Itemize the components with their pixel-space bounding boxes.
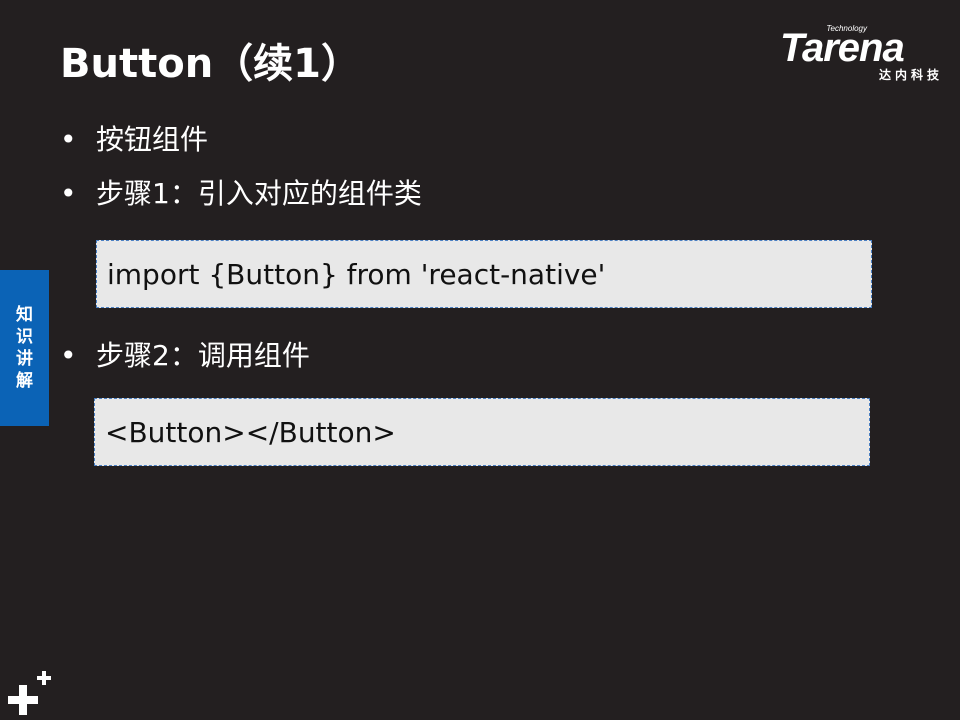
code-text: <Button></Button> bbox=[105, 415, 396, 449]
bullet-marker: • bbox=[60, 123, 77, 156]
bullet-item: • 步骤1：引入对应的组件类 bbox=[60, 176, 422, 212]
bullet-text: 步骤2：调用组件 bbox=[96, 339, 310, 372]
side-section-tab: 知识讲解 bbox=[0, 270, 49, 426]
slide: Button（续1） Technology Tarena 达内科技 知识讲解 •… bbox=[0, 0, 960, 720]
logo-chinese: 达内科技 bbox=[878, 68, 943, 82]
bullet-item: • 步骤2：调用组件 bbox=[60, 338, 310, 374]
bullet-marker: • bbox=[60, 177, 77, 210]
logo-wordmark: Tarena bbox=[780, 26, 905, 70]
bullet-marker: • bbox=[60, 339, 77, 372]
tarena-logo: Technology Tarena 达内科技 bbox=[780, 22, 945, 84]
slide-title: Button（续1） bbox=[60, 41, 361, 87]
bullet-text: 步骤1：引入对应的组件类 bbox=[96, 177, 422, 210]
bullet-text: 按钮组件 bbox=[96, 123, 209, 156]
plus-icon bbox=[8, 671, 51, 715]
code-block: <Button></Button> bbox=[94, 398, 870, 466]
code-text: import {Button} from 'react-native' bbox=[107, 257, 606, 291]
bullet-item: • 按钮组件 bbox=[60, 122, 208, 158]
code-block: import {Button} from 'react-native' bbox=[96, 240, 872, 308]
side-tab-label: 知识讲解 bbox=[16, 305, 33, 391]
